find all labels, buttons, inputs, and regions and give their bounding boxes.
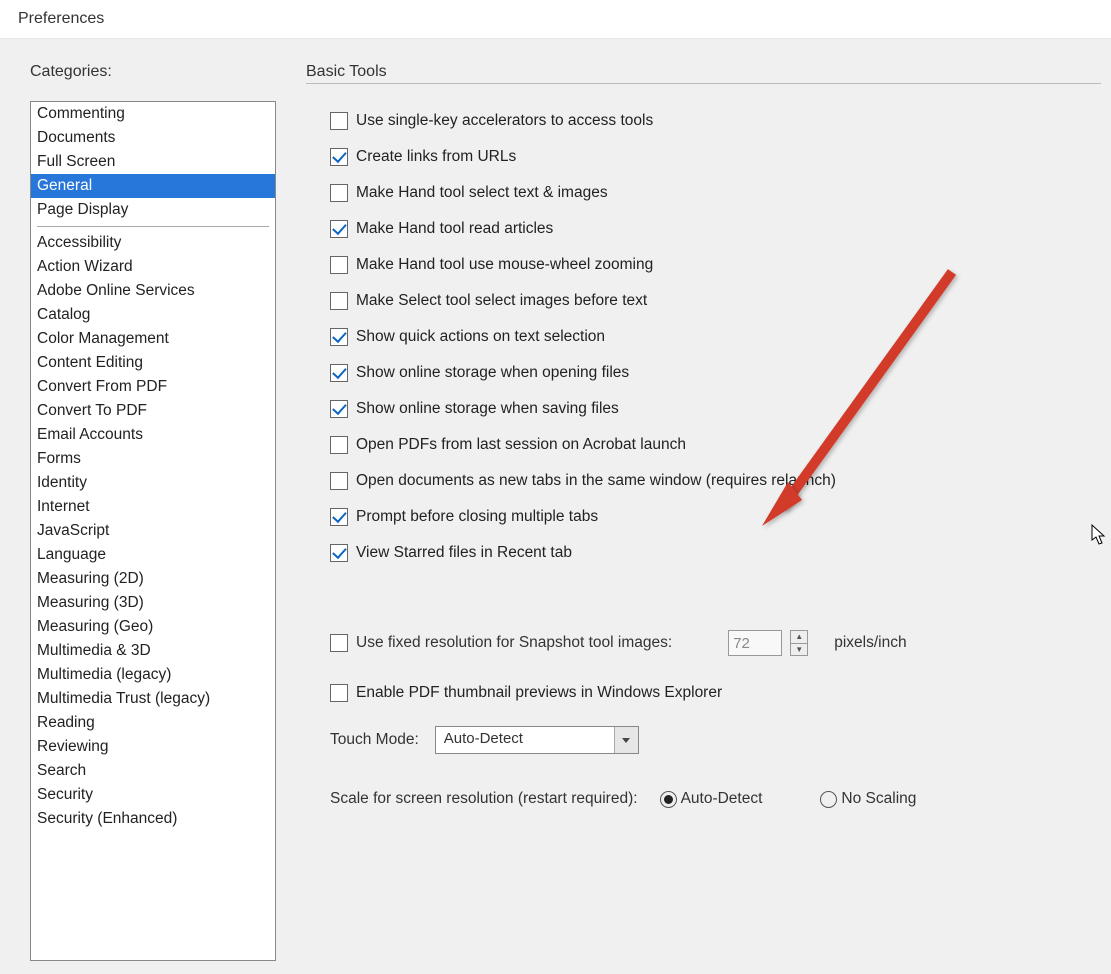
main-panel: Basic Tools Use single-key accelerators … — [306, 63, 1111, 961]
category-item[interactable]: Color Management — [31, 327, 275, 351]
chevron-down-icon[interactable] — [614, 727, 638, 753]
touch-mode-select[interactable]: Auto-Detect — [435, 726, 639, 754]
category-item[interactable]: Forms — [31, 447, 275, 471]
category-item[interactable]: Identity — [31, 471, 275, 495]
resolution-spinner[interactable]: ▲ ▼ — [790, 630, 808, 656]
option-checkbox[interactable] — [330, 148, 348, 166]
radio-auto-detect[interactable] — [660, 791, 677, 808]
touch-row: Touch Mode: Auto-Detect — [306, 726, 1101, 754]
radio-no-scaling-label: No Scaling — [841, 790, 916, 808]
option-label: Create links from URLs — [356, 148, 516, 166]
category-item[interactable]: Documents — [31, 126, 275, 150]
category-item[interactable]: Content Editing — [31, 351, 275, 375]
scale-row: Scale for screen resolution (restart req… — [306, 790, 1101, 808]
category-item[interactable]: Reviewing — [31, 735, 275, 759]
category-item[interactable]: Accessibility — [31, 231, 275, 255]
category-item[interactable]: Commenting — [31, 102, 275, 126]
category-item[interactable]: Page Display — [31, 198, 275, 222]
option-checkbox[interactable] — [330, 544, 348, 562]
option-checkbox[interactable] — [330, 292, 348, 310]
option-checkbox[interactable] — [330, 472, 348, 490]
snapshot-checkbox[interactable] — [330, 634, 348, 652]
option-row: Open documents as new tabs in the same w… — [306, 472, 1101, 490]
option-label: Show quick actions on text selection — [356, 328, 605, 346]
option-label: Open PDFs from last session on Acrobat l… — [356, 436, 686, 454]
category-item[interactable]: Multimedia (legacy) — [31, 663, 275, 687]
category-item[interactable]: Convert From PDF — [31, 375, 275, 399]
option-row: Open PDFs from last session on Acrobat l… — [306, 436, 1101, 454]
option-label: Make Hand tool select text & images — [356, 184, 608, 202]
option-label: Make Select tool select images before te… — [356, 292, 647, 310]
option-checkbox[interactable] — [330, 184, 348, 202]
cursor-icon — [1091, 524, 1107, 551]
option-checkbox[interactable] — [330, 256, 348, 274]
option-label: Show online storage when saving files — [356, 400, 619, 418]
spin-down[interactable]: ▼ — [791, 644, 807, 656]
snapshot-row: Use fixed resolution for Snapshot tool i… — [306, 630, 1101, 656]
category-item[interactable]: Measuring (2D) — [31, 567, 275, 591]
option-checkbox[interactable] — [330, 112, 348, 130]
snapshot-resolution-input — [728, 630, 782, 656]
section-header: Basic Tools — [306, 63, 1101, 84]
scale-label: Scale for screen resolution (restart req… — [330, 790, 638, 808]
spin-up[interactable]: ▲ — [791, 631, 807, 644]
category-item[interactable]: General — [31, 174, 275, 198]
thumbnail-checkbox[interactable] — [330, 684, 348, 702]
option-checkbox[interactable] — [330, 220, 348, 238]
category-item[interactable]: Measuring (3D) — [31, 591, 275, 615]
categories-label: Categories: — [30, 63, 276, 81]
thumbnail-row: Enable PDF thumbnail previews in Windows… — [306, 684, 1101, 702]
category-item[interactable]: JavaScript — [31, 519, 275, 543]
category-item[interactable]: Security — [31, 783, 275, 807]
option-row: Use single-key accelerators to access to… — [306, 112, 1101, 130]
thumbnail-label: Enable PDF thumbnail previews in Windows… — [356, 684, 722, 702]
radio-no-scaling[interactable] — [820, 791, 837, 808]
option-label: Make Hand tool read articles — [356, 220, 553, 238]
option-row: Show quick actions on text selection — [306, 328, 1101, 346]
option-row: Make Hand tool select text & images — [306, 184, 1101, 202]
option-checkbox[interactable] — [330, 328, 348, 346]
snapshot-label: Use fixed resolution for Snapshot tool i… — [356, 634, 672, 652]
option-row: Show online storage when opening files — [306, 364, 1101, 382]
category-item[interactable]: Full Screen — [31, 150, 275, 174]
category-item[interactable]: Convert To PDF — [31, 399, 275, 423]
option-checkbox[interactable] — [330, 364, 348, 382]
touch-mode-value: Auto-Detect — [436, 727, 614, 753]
touch-label: Touch Mode: — [330, 731, 419, 749]
category-item[interactable]: Email Accounts — [31, 423, 275, 447]
category-item[interactable]: Action Wizard — [31, 255, 275, 279]
option-row: View Starred files in Recent tab — [306, 544, 1101, 562]
option-checkbox[interactable] — [330, 436, 348, 454]
category-item[interactable]: Multimedia Trust (legacy) — [31, 687, 275, 711]
option-label: Prompt before closing multiple tabs — [356, 508, 598, 526]
sidebar: Categories: CommentingDocumentsFull Scre… — [30, 63, 276, 961]
category-item[interactable]: Internet — [31, 495, 275, 519]
category-item[interactable]: Measuring (Geo) — [31, 615, 275, 639]
option-label: Show online storage when opening files — [356, 364, 629, 382]
radio-auto-detect-label: Auto-Detect — [681, 790, 763, 808]
option-label: View Starred files in Recent tab — [356, 544, 572, 562]
option-label: Open documents as new tabs in the same w… — [356, 472, 836, 490]
option-row: Prompt before closing multiple tabs — [306, 508, 1101, 526]
category-list[interactable]: CommentingDocumentsFull ScreenGeneralPag… — [30, 101, 276, 961]
category-item[interactable]: Security (Enhanced) — [31, 807, 275, 831]
option-label: Make Hand tool use mouse-wheel zooming — [356, 256, 653, 274]
option-row: Make Select tool select images before te… — [306, 292, 1101, 310]
option-checkbox[interactable] — [330, 400, 348, 418]
option-label: Use single-key accelerators to access to… — [356, 112, 653, 130]
category-item[interactable]: Adobe Online Services — [31, 279, 275, 303]
resolution-unit: pixels/inch — [834, 634, 906, 652]
category-divider — [37, 226, 269, 227]
category-item[interactable]: Catalog — [31, 303, 275, 327]
option-row: Make Hand tool use mouse-wheel zooming — [306, 256, 1101, 274]
option-row: Make Hand tool read articles — [306, 220, 1101, 238]
category-item[interactable]: Reading — [31, 711, 275, 735]
category-item[interactable]: Language — [31, 543, 275, 567]
category-item[interactable]: Search — [31, 759, 275, 783]
window-title: Preferences — [0, 0, 1111, 39]
category-item[interactable]: Multimedia & 3D — [31, 639, 275, 663]
option-row: Show online storage when saving files — [306, 400, 1101, 418]
option-checkbox[interactable] — [330, 508, 348, 526]
option-row: Create links from URLs — [306, 148, 1101, 166]
